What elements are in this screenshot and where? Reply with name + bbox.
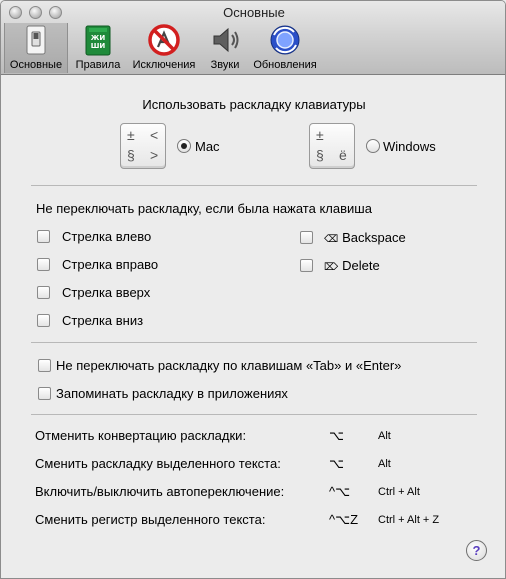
mac-keyboard-icon: ± < § > [120,123,166,169]
key-glyph: ё [339,147,347,163]
remember-layout-checkbox[interactable] [38,387,51,400]
general-pane: Использовать раскладку клавиатуры ± < § … [1,76,505,578]
delete-label: ⌦ Delete [324,258,380,273]
toolbar-tab-rules[interactable]: ЖИ ШИ Правила [71,23,125,73]
shortcut-label: Включить/выключить автопереключение: [35,484,285,499]
backspace-text: Backspace [342,230,406,245]
backspace-key-icon: ⌫ [324,234,339,245]
tab-enter-label: Не переключать раскладку по клавишам «Ta… [56,358,402,373]
key-glyph: ± [127,127,135,143]
shortcut-symbol[interactable]: ⌥ [329,428,344,444]
key-glyph: > [150,147,159,163]
svg-text:ЖИ: ЖИ [91,34,106,42]
keys-section-heading: Не переключать раскладку, если была нажа… [36,201,372,216]
svg-text:ШИ: ШИ [91,42,106,50]
up-arrow-checkbox[interactable] [37,286,50,299]
help-button[interactable]: ? [466,540,487,561]
down-arrow-checkbox[interactable] [37,314,50,327]
mac-layout-radio[interactable] [177,139,191,153]
toolbar-tab-general[interactable]: Основные [4,23,68,73]
remember-layout-label: Запоминать раскладку в приложениях [56,386,288,401]
right-arrow-label: Стрелка вправо [62,257,159,272]
mac-layout-label: Mac [195,139,220,154]
toolbar: Основные Основные ЖИ ШИ Правила Исключен… [1,1,505,75]
divider [31,414,477,415]
shortcut-keys: Ctrl + Alt + Z [378,514,440,526]
up-arrow-label: Стрелка вверх [62,285,151,300]
delete-checkbox[interactable] [300,259,313,272]
shortcut-keys: Alt [378,458,391,470]
key-glyph: § [316,147,324,163]
window-title: Основные [223,5,285,20]
switch-icon [26,25,46,55]
shortcut-label: Отменить конвертацию раскладки: [35,428,247,443]
key-glyph: ± [316,127,324,143]
toolbar-tab-updates[interactable]: Обновления [249,23,321,73]
shortcut-symbol[interactable]: ⌥ [329,456,344,472]
shortcut-label: Сменить регистр выделенного текста: [35,512,266,527]
preferences-window: Основные Основные ЖИ ШИ Правила Исключен… [0,0,506,579]
toolbar-tab-sounds[interactable]: Звуки [204,23,246,73]
update-globe-icon [270,25,300,55]
shortcut-label: Сменить раскладку выделенного текста: [35,456,281,471]
toolbar-tab-exceptions[interactable]: Исключения [127,23,201,73]
backspace-checkbox[interactable] [300,231,313,244]
down-arrow-label: Стрелка вниз [62,313,144,328]
left-arrow-label: Стрелка влево [62,229,152,244]
shortcut-keys: Ctrl + Alt [378,486,420,498]
tab-enter-checkbox[interactable] [38,359,51,372]
windows-layout-radio[interactable] [366,139,380,153]
shortcut-symbol[interactable]: ^⌥ [329,484,350,500]
shortcut-keys: Alt [378,430,391,442]
windows-keyboard-icon: ± § ё [309,123,355,169]
keyboard-layout-heading: Использовать раскладку клавиатуры [142,97,366,112]
key-glyph: < [150,127,159,143]
key-glyph: § [127,147,135,163]
shortcut-symbol[interactable]: ^⌥Z [329,512,358,528]
book-icon: ЖИ ШИ [85,25,111,56]
right-arrow-checkbox[interactable] [37,258,50,271]
windows-layout-label: Windows [383,139,436,154]
divider [31,185,477,186]
speaker-icon [213,27,239,53]
delete-text: Delete [342,258,380,273]
toolbar-tab-label: Звуки [210,59,240,71]
backspace-label: ⌫ Backspace [324,230,406,245]
toolbar-tab-label: Обновления [253,59,317,71]
delete-key-icon: ⌦ [324,262,339,273]
left-arrow-checkbox[interactable] [37,230,50,243]
toolbar-tab-label: Правила [75,59,121,71]
toolbar-tab-label: Исключения [132,59,196,71]
toolbar-tab-label: Основные [9,59,63,71]
divider [31,342,477,343]
no-appstore-icon [148,24,180,56]
